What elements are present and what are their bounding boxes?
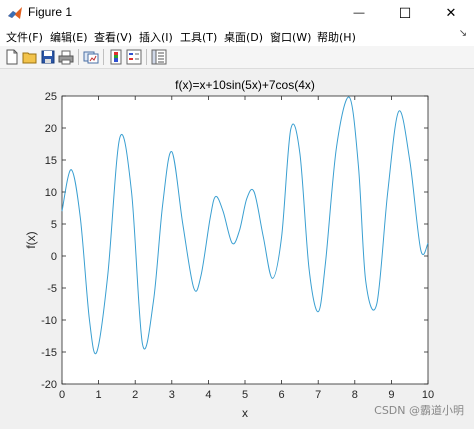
watermark: CSDN @霸道小明	[374, 404, 464, 417]
y-tick-label: 10	[45, 187, 57, 199]
toolbar-separator	[146, 49, 147, 65]
toolbar-separator	[78, 49, 79, 65]
new-figure-icon[interactable]	[4, 49, 20, 65]
x-tick-label: 4	[205, 389, 211, 401]
y-tick-label: -10	[41, 315, 57, 327]
x-tick-label: 5	[242, 389, 248, 401]
colorbar-icon[interactable]	[108, 49, 124, 65]
menu-tools[interactable]: 工具(T)	[180, 29, 217, 45]
menu-insert[interactable]: 插入(I)	[139, 29, 173, 45]
menu-edit[interactable]: 编辑(E)	[50, 29, 88, 45]
y-tick-label: 5	[51, 219, 57, 231]
menu-bar: 文件(F) 编辑(E) 查看(V) 插入(I) 工具(T) 桌面(D) 窗口(W…	[0, 26, 474, 46]
y-tick-label: 0	[51, 251, 57, 263]
menu-desktop[interactable]: 桌面(D)	[224, 29, 263, 45]
toolbar-separator	[103, 49, 104, 65]
property-inspector-icon[interactable]	[151, 49, 167, 65]
x-tick-label: 7	[315, 389, 321, 401]
menu-help[interactable]: 帮助(H)	[317, 29, 356, 45]
title-bar: Figure 1 — ☐ ✕	[0, 0, 474, 26]
x-tick-label: 1	[96, 389, 102, 401]
y-axis-label: f(x)	[24, 231, 38, 248]
figure-canvas[interactable]: f(x)=x+10sin(5x)+7cos(4x) 0 1 2 3 4 5 6 7 8 9 10 -2…	[0, 69, 474, 424]
open-file-icon[interactable]	[22, 49, 38, 65]
legend-icon[interactable]	[126, 49, 142, 65]
window-title: Figure 1	[28, 5, 73, 19]
close-button[interactable]: ✕	[428, 0, 474, 26]
minimize-icon: —	[353, 7, 365, 19]
expand-menu-icon[interactable]: ↘	[456, 28, 470, 42]
line-chart: f(x)=x+10sin(5x)+7cos(4x) 0 1 2 3 4 5 6 7 8 9 10 -2…	[24, 78, 434, 420]
y-tick-label: -5	[47, 283, 57, 295]
menu-file[interactable]: 文件(F)	[6, 29, 43, 45]
y-tick-label: 20	[45, 123, 57, 135]
x-axis-label: x	[242, 406, 248, 420]
x-tick-label: 2	[132, 389, 138, 401]
x-tick-label: 10	[422, 389, 434, 401]
maximize-icon: ☐	[398, 4, 412, 21]
chart-title: f(x)=x+10sin(5x)+7cos(4x)	[175, 78, 315, 92]
x-tick-label: 6	[279, 389, 285, 401]
matlab-logo-icon	[8, 7, 22, 19]
x-tick-label: 9	[388, 389, 394, 401]
axes-box	[61, 95, 429, 385]
maximize-button[interactable]: ☐	[382, 0, 428, 26]
save-icon[interactable]	[40, 49, 56, 65]
y-tick-label: 25	[45, 91, 57, 103]
y-tick-label: 15	[45, 155, 57, 167]
y-tick-label: -20	[41, 379, 57, 391]
toolbar	[0, 46, 474, 69]
close-icon: ✕	[445, 5, 457, 20]
menu-window[interactable]: 窗口(W)	[270, 29, 311, 45]
x-tick-label: 3	[169, 389, 175, 401]
link-plot-icon[interactable]	[83, 49, 99, 65]
menu-view[interactable]: 查看(V)	[94, 29, 132, 45]
x-tick-label: 0	[59, 389, 65, 401]
x-tick-label: 8	[352, 389, 358, 401]
print-icon[interactable]	[58, 49, 74, 65]
minimize-button[interactable]: —	[336, 0, 382, 26]
y-tick-label: -15	[41, 347, 57, 359]
